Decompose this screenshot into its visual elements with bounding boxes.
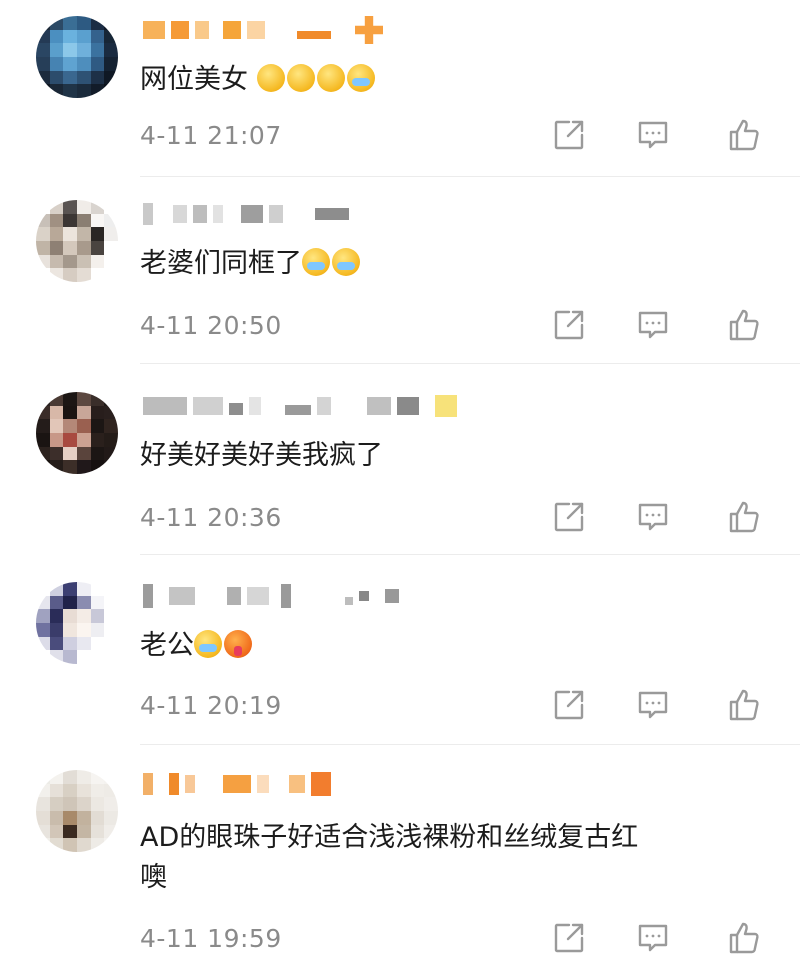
username-pixelated[interactable] [143,770,331,798]
grin-emoji-icon [286,64,315,92]
comment-icon[interactable] [636,921,670,955]
tongue-emoji-icon [224,630,252,658]
divider [140,744,800,745]
laugh-emoji-icon [316,64,345,92]
comment-icon[interactable] [636,688,670,722]
repost-icon[interactable] [552,921,586,955]
comment-time: 4-11 20:50 [140,311,282,340]
divider [140,363,800,364]
like-icon[interactable] [727,308,761,342]
comment-time: 4-11 21:07 [140,121,282,150]
avatar[interactable] [36,770,118,852]
crying-emoji-icon [332,248,360,276]
divider [140,176,800,177]
like-icon[interactable] [727,688,761,722]
crying-emoji-icon [346,64,375,92]
like-icon[interactable] [727,118,761,152]
username-pixelated[interactable] [143,582,399,610]
avatar[interactable] [36,16,118,98]
repost-icon[interactable] [552,500,586,534]
username-pixelated[interactable] [143,200,349,228]
repost-icon[interactable] [552,308,586,342]
crying-emoji-icon [302,248,330,276]
comment-text: AD的眼珠子好适合浅浅裸粉和丝绒复古红 噢 [140,822,639,893]
avatar[interactable] [36,200,118,282]
comment-icon[interactable] [636,500,670,534]
comment-text: 老公 [140,626,770,666]
username-pixelated[interactable] [143,16,383,44]
smile-emoji-icon [256,64,285,92]
comment-time: 4-11 20:19 [140,691,282,720]
username-pixelated[interactable] [143,392,457,420]
divider [140,554,800,555]
like-icon[interactable] [727,921,761,955]
repost-icon[interactable] [552,688,586,722]
comment-time: 4-11 20:36 [140,503,282,532]
avatar[interactable] [36,582,118,664]
comment-time: 4-11 19:59 [140,924,282,953]
comment-text: 网位美女 [140,60,770,100]
comment-icon[interactable] [636,308,670,342]
comment-text: 好美好美好美我疯了 [140,440,383,471]
comment-text: 老婆们同框了 [140,244,770,284]
comment-icon[interactable] [636,118,670,152]
crying-emoji-icon [194,630,222,658]
like-icon[interactable] [727,500,761,534]
repost-icon[interactable] [552,118,586,152]
avatar[interactable] [36,392,118,474]
